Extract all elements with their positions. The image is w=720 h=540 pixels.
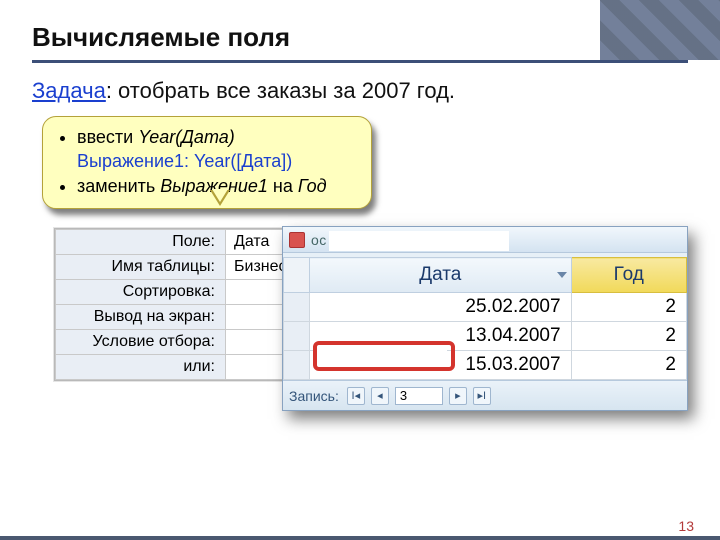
cell-date[interactable]: 15.03.2007 (310, 351, 572, 380)
nav-next-button[interactable]: ▸ (449, 387, 467, 405)
design-label-sort: Сортировка: (56, 280, 226, 305)
nav-first-button[interactable]: I◂ (347, 387, 365, 405)
row-selector[interactable] (284, 322, 310, 351)
table-row: 25.02.2007 2 (284, 293, 687, 322)
task-label: Задача (32, 78, 106, 103)
table-row: 13.04.2007 2 (284, 322, 687, 351)
datasheet-table: Дата Год 25.02.2007 2 13.04.2007 2 15.03… (283, 257, 687, 380)
datasheet-window-title: ос (311, 232, 681, 248)
design-label-criteria: Условие отбора: (56, 330, 226, 355)
nav-label: Запись: (289, 388, 339, 404)
page-number: 13 (678, 518, 694, 534)
row-selector-header[interactable] (284, 258, 310, 293)
page-title: Вычисляемые поля (32, 22, 290, 53)
cell-date[interactable]: 25.02.2007 (310, 293, 572, 322)
design-label-or: или: (56, 355, 226, 380)
column-header-date[interactable]: Дата (310, 258, 572, 293)
callout-expression: Выражение1: Year([Дата]) (77, 149, 355, 173)
datasheet-window: ос Дата Год 25.02.2007 2 13.04.2007 2 15… (282, 226, 688, 411)
cell-year[interactable]: 2 (571, 293, 686, 322)
cell-year[interactable]: 2 (571, 351, 686, 380)
datasheet-titlebar[interactable]: ос (283, 227, 687, 253)
cell-year[interactable]: 2 (571, 322, 686, 351)
row-selector[interactable] (284, 351, 310, 380)
nav-last-button[interactable]: ▸I (473, 387, 491, 405)
callout-pointer-icon (210, 190, 230, 206)
decorative-diamond-band (600, 0, 720, 60)
chevron-down-icon[interactable] (557, 272, 567, 278)
record-navigator: Запись: I◂ ◂ ▸ ▸I (283, 380, 687, 410)
design-label-show: Вывод на экран: (56, 305, 226, 330)
nav-record-input[interactable] (395, 387, 443, 405)
app-icon (289, 232, 305, 248)
row-selector[interactable] (284, 293, 310, 322)
nav-prev-button[interactable]: ◂ (371, 387, 389, 405)
cell-date[interactable]: 13.04.2007 (310, 322, 572, 351)
table-row: 15.03.2007 2 (284, 351, 687, 380)
task-text: : отобрать все заказы за 2007 год. (106, 78, 455, 103)
task-line: Задача: отобрать все заказы за 2007 год. (32, 78, 455, 104)
callout-step-1: ввести Year(Дата) Выражение1: Year([Дата… (77, 125, 355, 174)
design-label-field: Поле: (56, 230, 226, 255)
footer-band (0, 536, 720, 540)
instruction-callout: ввести Year(Дата) Выражение1: Year([Дата… (42, 116, 372, 209)
title-underline (32, 60, 688, 63)
design-label-table: Имя таблицы: (56, 255, 226, 280)
column-header-year[interactable]: Год (571, 258, 686, 293)
